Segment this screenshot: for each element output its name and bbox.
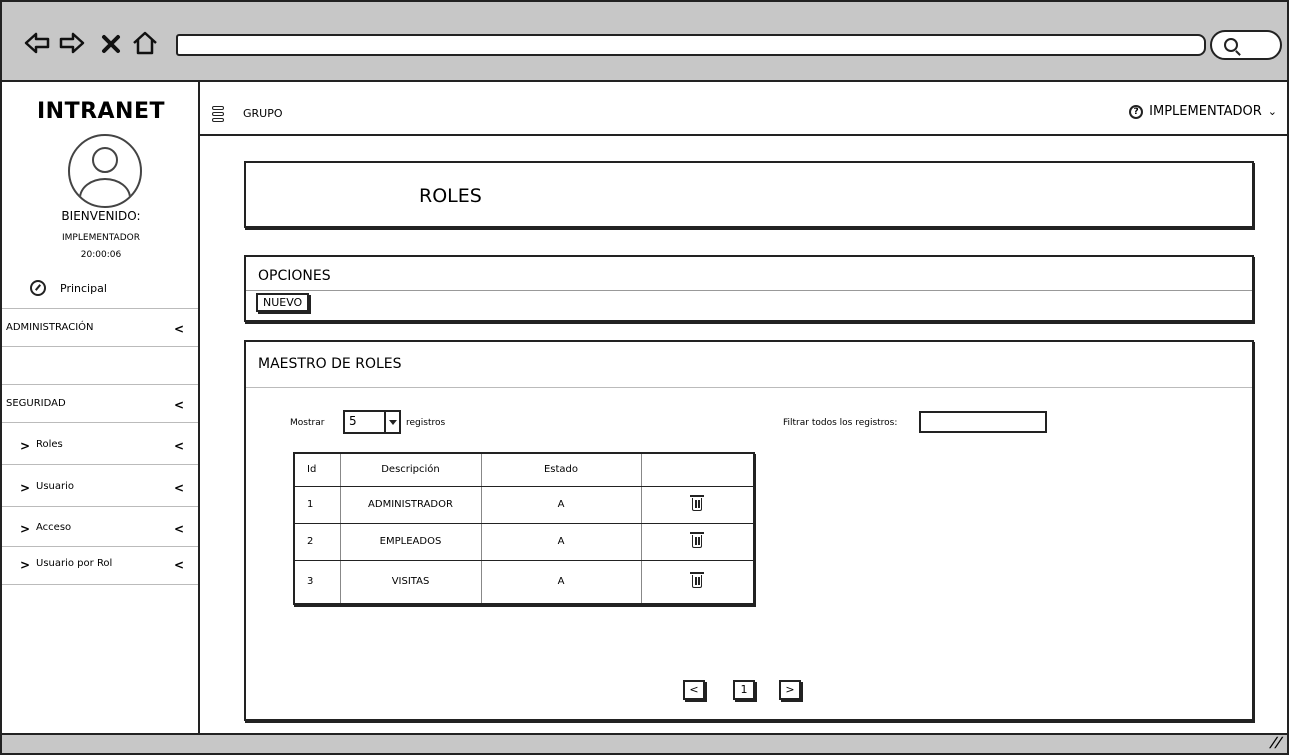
roles-table: Id Descripción Estado 1 ADMINISTRADOR A … — [293, 452, 755, 605]
chevron-right-icon: > — [20, 522, 31, 536]
cell-id: 2 — [294, 523, 341, 561]
sidebar-item-label: Principal — [60, 281, 107, 295]
sidebar-item-label: Roles — [36, 439, 63, 450]
group-label[interactable]: GRUPO — [243, 107, 283, 120]
trash-icon[interactable] — [690, 495, 705, 511]
cell-estado: A — [481, 560, 642, 604]
address-bar[interactable] — [176, 34, 1206, 56]
page-title: ROLES — [419, 185, 482, 207]
chevron-left-icon: < — [174, 558, 185, 572]
cell-id: 1 — [294, 486, 341, 524]
help-icon: ? — [1129, 104, 1144, 119]
menu-icon[interactable] — [212, 106, 224, 122]
cell-estado: A — [481, 523, 642, 561]
cell-descripcion: VISITAS — [340, 560, 482, 604]
show-label: Mostrar — [290, 418, 325, 428]
trash-icon[interactable] — [690, 572, 705, 589]
dashboard-icon — [30, 280, 46, 296]
cell-descripcion: ADMINISTRADOR — [340, 486, 482, 524]
chevron-left-icon: < — [174, 439, 185, 453]
table-row[interactable]: 1 ADMINISTRADOR A — [294, 486, 754, 524]
sidebar-item-label: ADMINISTRACIÓN — [6, 322, 94, 333]
avatar-icon — [68, 134, 142, 208]
trash-icon[interactable] — [690, 532, 705, 548]
chevron-left-icon: < — [174, 322, 185, 336]
cell-id: 3 — [294, 560, 341, 604]
search-icon — [1224, 38, 1238, 52]
cell-descripcion: EMPLEADOS — [340, 523, 482, 561]
chevron-right-icon: > — [20, 558, 31, 572]
brand-title: INTRANET — [36, 99, 166, 124]
user-menu[interactable]: ? IMPLEMENTADOR ⌄ — [1129, 104, 1277, 119]
sidebar: INTRANET BIENVENIDO: IMPLEMENTADOR 20:00… — [2, 82, 200, 735]
filter-label: Filtrar todos los registros: — [783, 418, 898, 428]
sidebar-item-label: Usuario por Rol — [36, 558, 113, 569]
table-header-row: Id Descripción Estado — [294, 453, 754, 487]
column-header-actions — [641, 453, 754, 487]
sidebar-item-principal[interactable]: Principal — [30, 280, 107, 296]
sidebar-item-label: Usuario — [36, 481, 75, 492]
column-header-estado[interactable]: Estado — [481, 453, 642, 487]
resize-grip-icon[interactable]: // — [1268, 735, 1284, 751]
prev-page-button[interactable]: < — [683, 680, 705, 700]
options-panel: OPCIONES NUEVO — [244, 255, 1254, 322]
top-bar: GRUPO ? IMPLEMENTADOR ⌄ — [200, 82, 1287, 136]
chevron-down-icon[interactable] — [384, 410, 401, 434]
page-size-value: 5 — [349, 414, 357, 428]
sidebar-item-label: Acceso — [36, 522, 72, 533]
records-label: registros — [406, 418, 446, 428]
home-icon[interactable] — [130, 28, 160, 58]
chevron-right-icon: > — [20, 481, 31, 495]
filter-input[interactable] — [919, 411, 1047, 433]
welcome-label: BIENVENIDO: — [61, 209, 141, 223]
chevron-left-icon: < — [174, 481, 185, 495]
next-page-button[interactable]: > — [779, 680, 801, 700]
welcome-user: IMPLEMENTADOR — [62, 233, 140, 243]
user-menu-label: IMPLEMENTADOR — [1149, 104, 1262, 119]
chevron-left-icon: < — [174, 522, 185, 536]
page-size-select[interactable]: 5 — [343, 410, 401, 434]
new-button[interactable]: NUEVO — [256, 293, 310, 312]
sidebar-item-label: SEGURIDAD — [6, 398, 66, 409]
chevron-down-icon: ⌄ — [1267, 105, 1277, 118]
status-bar: // — [2, 733, 1287, 753]
master-title: MAESTRO DE ROLES — [258, 356, 402, 372]
page-number-button[interactable]: 1 — [733, 680, 755, 700]
column-header-id[interactable]: Id — [294, 453, 341, 487]
chevron-left-icon: < — [174, 398, 185, 412]
welcome-time: 20:00:06 — [80, 250, 122, 260]
master-panel: MAESTRO DE ROLES Mostrar 5 registros Fil… — [244, 340, 1254, 721]
column-header-descripcion[interactable]: Descripción — [340, 453, 482, 487]
search-box[interactable] — [1210, 30, 1282, 60]
chevron-right-icon: > — [20, 439, 31, 453]
table-row[interactable]: 2 EMPLEADOS A — [294, 523, 754, 561]
page-title-panel: ROLES — [244, 161, 1254, 228]
table-row[interactable]: 3 VISITAS A — [294, 560, 754, 604]
cell-estado: A — [481, 486, 642, 524]
app-window: INTRANET BIENVENIDO: IMPLEMENTADOR 20:00… — [0, 0, 1289, 755]
forward-arrow-icon[interactable] — [57, 28, 87, 58]
browser-toolbar — [2, 2, 1287, 82]
close-icon[interactable] — [100, 28, 122, 58]
back-arrow-icon[interactable] — [22, 28, 52, 58]
options-title: OPCIONES — [258, 268, 331, 284]
